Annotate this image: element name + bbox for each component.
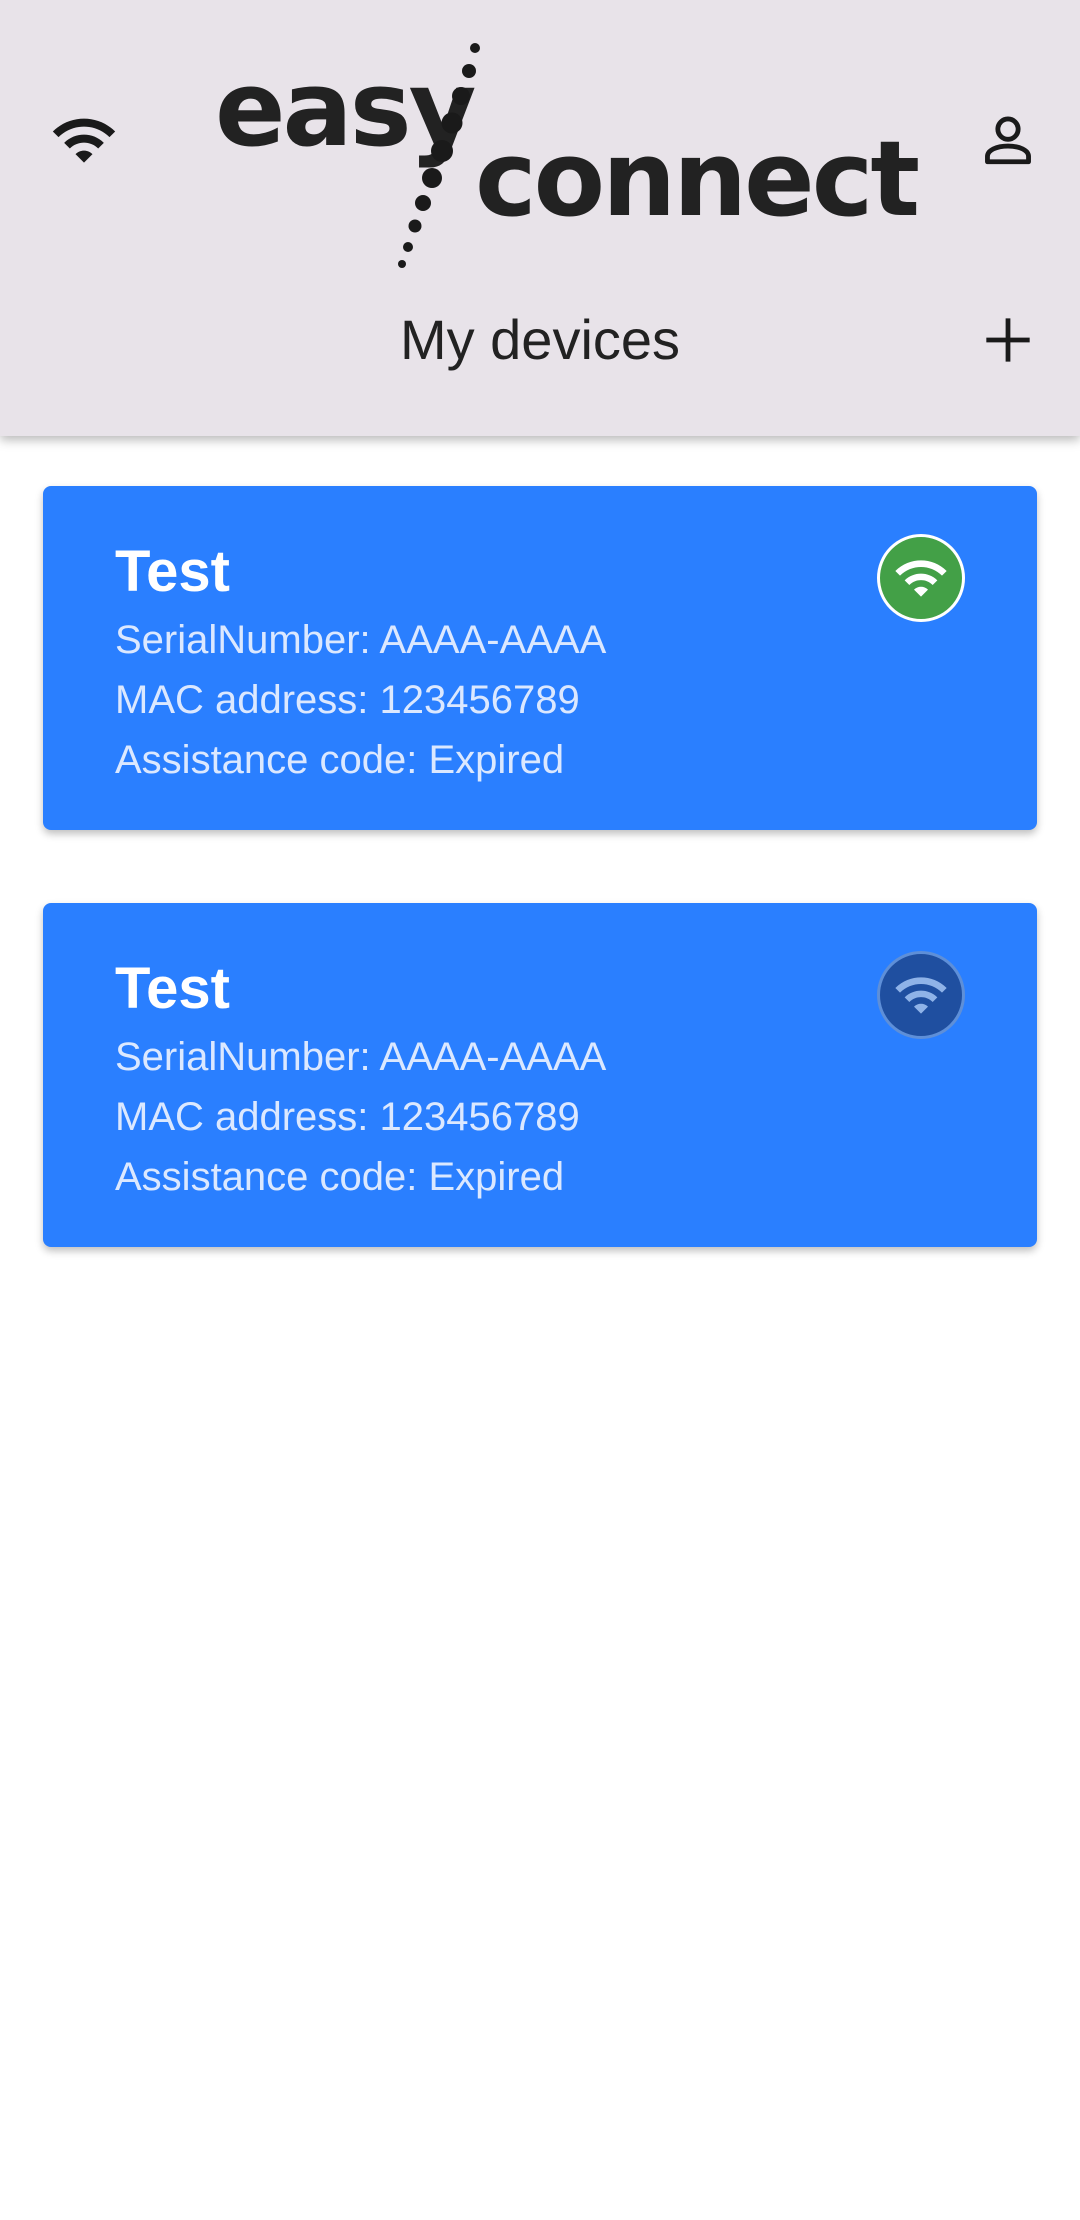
- device-mac: MAC address: 123456789: [115, 678, 580, 722]
- device-assistance-code: Assistance code: Expired: [115, 1155, 565, 1199]
- wifi-icon: [895, 977, 947, 1014]
- offline-status-icon: [877, 951, 965, 1039]
- wifi-icon: [52, 118, 116, 163]
- device-serial: SerialNumber: AAAA-AAAA: [115, 618, 607, 662]
- page-title: My devices: [399, 308, 681, 371]
- easyconnect-logo: easy connect: [205, 35, 920, 270]
- device-list: Test SerialNumber: AAAA-AAAA MAC address…: [43, 486, 1037, 1320]
- profile-button[interactable]: [968, 100, 1048, 180]
- add-device-button[interactable]: [968, 300, 1048, 380]
- device-card[interactable]: Test SerialNumber: AAAA-AAAA MAC address…: [43, 903, 1037, 1247]
- device-card[interactable]: Test SerialNumber: AAAA-AAAA MAC address…: [43, 486, 1037, 830]
- plus-icon: [986, 318, 1030, 362]
- wifi-icon: [895, 560, 947, 597]
- online-status-icon: [877, 534, 965, 622]
- device-mac: MAC address: 123456789: [115, 1095, 580, 1139]
- device-serial: SerialNumber: AAAA-AAAA: [115, 1035, 607, 1079]
- app-header: easy connect My devices: [0, 0, 1080, 436]
- app-root: easy connect My devices Test SerialNumbe…: [0, 0, 1080, 2220]
- person-icon: [985, 116, 1031, 165]
- wifi-button[interactable]: [44, 100, 124, 180]
- logo-word-connect: connect: [475, 118, 920, 240]
- device-assistance-code: Assistance code: Expired: [115, 738, 565, 782]
